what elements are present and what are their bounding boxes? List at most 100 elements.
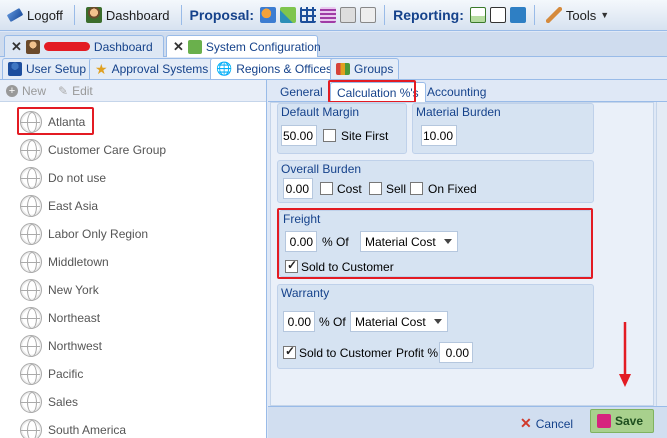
list-item[interactable]: Northeast (20, 305, 100, 331)
cancel-button[interactable]: ✕ Cancel (520, 415, 573, 432)
page-icon[interactable] (360, 7, 377, 23)
toolbar-separator (180, 5, 182, 25)
list-item-label: Pacific (48, 367, 84, 381)
tab-system-configuration[interactable]: ✕ System Configuration (166, 35, 321, 58)
clipboard-icon[interactable] (340, 7, 357, 23)
tools-menu-button[interactable]: Tools ▼ (543, 5, 612, 25)
tab-dashboard[interactable]: ✕ Dashboard (4, 35, 164, 57)
people-icon[interactable] (260, 7, 277, 23)
dashboard-button[interactable]: Dashboard (83, 5, 173, 25)
material-burden-input[interactable]: 10.00 (421, 125, 457, 146)
material-burden-fieldset: Material Burden 10.00 (412, 103, 594, 154)
fieldset-title: Material Burden (416, 105, 501, 119)
proposal-label: Proposal: (189, 7, 255, 23)
toolbar-separator (73, 5, 75, 25)
on-fixed-label: On Fixed (428, 182, 477, 196)
cost-label: Cost (337, 182, 362, 196)
globe-icon (20, 279, 42, 301)
selection-highlight (17, 107, 94, 135)
logoff-button[interactable]: Logoff (4, 5, 66, 25)
list-item-label: Do not use (48, 171, 107, 185)
close-icon[interactable]: ✕ (173, 39, 184, 55)
edit-button[interactable]: ✎ Edit (58, 84, 93, 98)
list-item[interactable]: Sales (20, 389, 78, 415)
list-item[interactable]: Do not use (20, 165, 106, 191)
main-tabbar: ✕ Dashboard ✕ System Configuration (0, 32, 667, 58)
form-scrollbar[interactable] (656, 102, 667, 406)
toolbar-separator (384, 5, 386, 25)
globe-icon (20, 363, 42, 385)
list-item-label: Northeast (48, 311, 101, 325)
default-margin-fieldset: Default Margin 50.00 Site First (277, 103, 407, 154)
fieldset-title: Overall Burden (281, 162, 362, 176)
main-toolbar: Logoff Dashboard Proposal: Reporting: To… (0, 0, 667, 31)
detail-tabbar: General Calculation %'s Accounting (268, 80, 667, 103)
document-icon[interactable] (320, 7, 337, 23)
sell-label: Sell (386, 182, 407, 196)
default-margin-input[interactable]: 50.00 (281, 125, 317, 146)
site-first-checkbox[interactable] (323, 129, 336, 142)
cost-checkbox[interactable] (320, 182, 333, 195)
proposal-icons (260, 7, 377, 23)
globe-icon (20, 391, 42, 413)
list-item[interactable]: Pacific (20, 361, 83, 387)
user-icon (85, 7, 102, 23)
tab-general[interactable]: General (274, 82, 329, 102)
close-icon[interactable]: ✕ (11, 39, 22, 55)
list-item[interactable]: East Asia (20, 193, 98, 219)
tab-approval-systems[interactable]: ★ Approval Systems (89, 58, 215, 79)
select-value: Material Cost (355, 314, 426, 329)
grid-icon[interactable] (300, 7, 317, 23)
list-item[interactable]: New York (20, 277, 99, 303)
fieldset-title: Default Margin (281, 105, 360, 119)
on-fixed-checkbox[interactable] (410, 182, 423, 195)
warranty-pct-of-label: % Of (319, 315, 346, 329)
groups-icon (336, 63, 350, 75)
warranty-basis-select[interactable]: Material Cost (350, 311, 448, 332)
tab-label: System Configuration (205, 40, 321, 54)
list-item-label: Customer Care Group (48, 143, 167, 157)
warranty-sold-to-customer-checkbox[interactable] (283, 344, 296, 359)
tools-label: Tools (565, 7, 597, 23)
list-item[interactable]: Customer Care Group (20, 137, 166, 163)
globe-icon (20, 307, 42, 329)
chart-icon[interactable] (469, 7, 486, 23)
warranty-profit-label: Profit % (396, 346, 439, 360)
list-item[interactable]: Northwest (20, 333, 102, 359)
tab-regions-offices[interactable]: 🌐 Regions & Offices (210, 58, 339, 79)
cancel-label: Cancel (535, 416, 574, 431)
list-item[interactable]: Middletown (20, 249, 109, 275)
list-item-label: South America (48, 423, 127, 437)
list-item[interactable]: South America (20, 417, 126, 438)
redaction-mark (43, 42, 90, 51)
globe-icon (20, 167, 42, 189)
tab-groups[interactable]: Groups (330, 58, 400, 79)
overall-burden-input[interactable]: 0.00 (283, 178, 313, 199)
new-label: New (22, 83, 47, 98)
save-button[interactable]: Save (590, 409, 654, 433)
sell-checkbox[interactable] (369, 182, 382, 195)
tab-accounting[interactable]: Accounting (421, 82, 492, 102)
regions-list-panel: + New ✎ Edit Atlanta Customer Care Group D… (0, 80, 267, 438)
line-chart-icon[interactable] (489, 7, 506, 23)
warranty-profit-input[interactable]: 0.00 (439, 342, 473, 363)
list-item-label: Labor Only Region (48, 227, 149, 241)
globe-icon (20, 335, 42, 357)
wrench-icon (545, 7, 562, 23)
tab-user-setup[interactable]: User Setup (2, 58, 93, 79)
warranty-fieldset: Warranty 0.00 % Of Material Cost Sold to… (277, 284, 594, 369)
globe-icon (20, 139, 42, 161)
warranty-input[interactable]: 0.00 (283, 311, 315, 332)
tab-label: Groups (354, 62, 394, 76)
close-icon: ✕ (520, 415, 532, 431)
list-item[interactable]: Labor Only Region (20, 221, 148, 247)
tools-icon[interactable] (280, 7, 297, 23)
dollar-icon[interactable] (509, 7, 526, 23)
save-label: Save (615, 414, 644, 428)
toolbar-separator (533, 5, 535, 25)
globe-icon: 🌐 (216, 61, 233, 76)
pencil-icon (6, 7, 24, 23)
edit-label: Edit (72, 83, 93, 98)
new-button[interactable]: + New (6, 84, 46, 98)
plus-icon: + (6, 84, 18, 97)
